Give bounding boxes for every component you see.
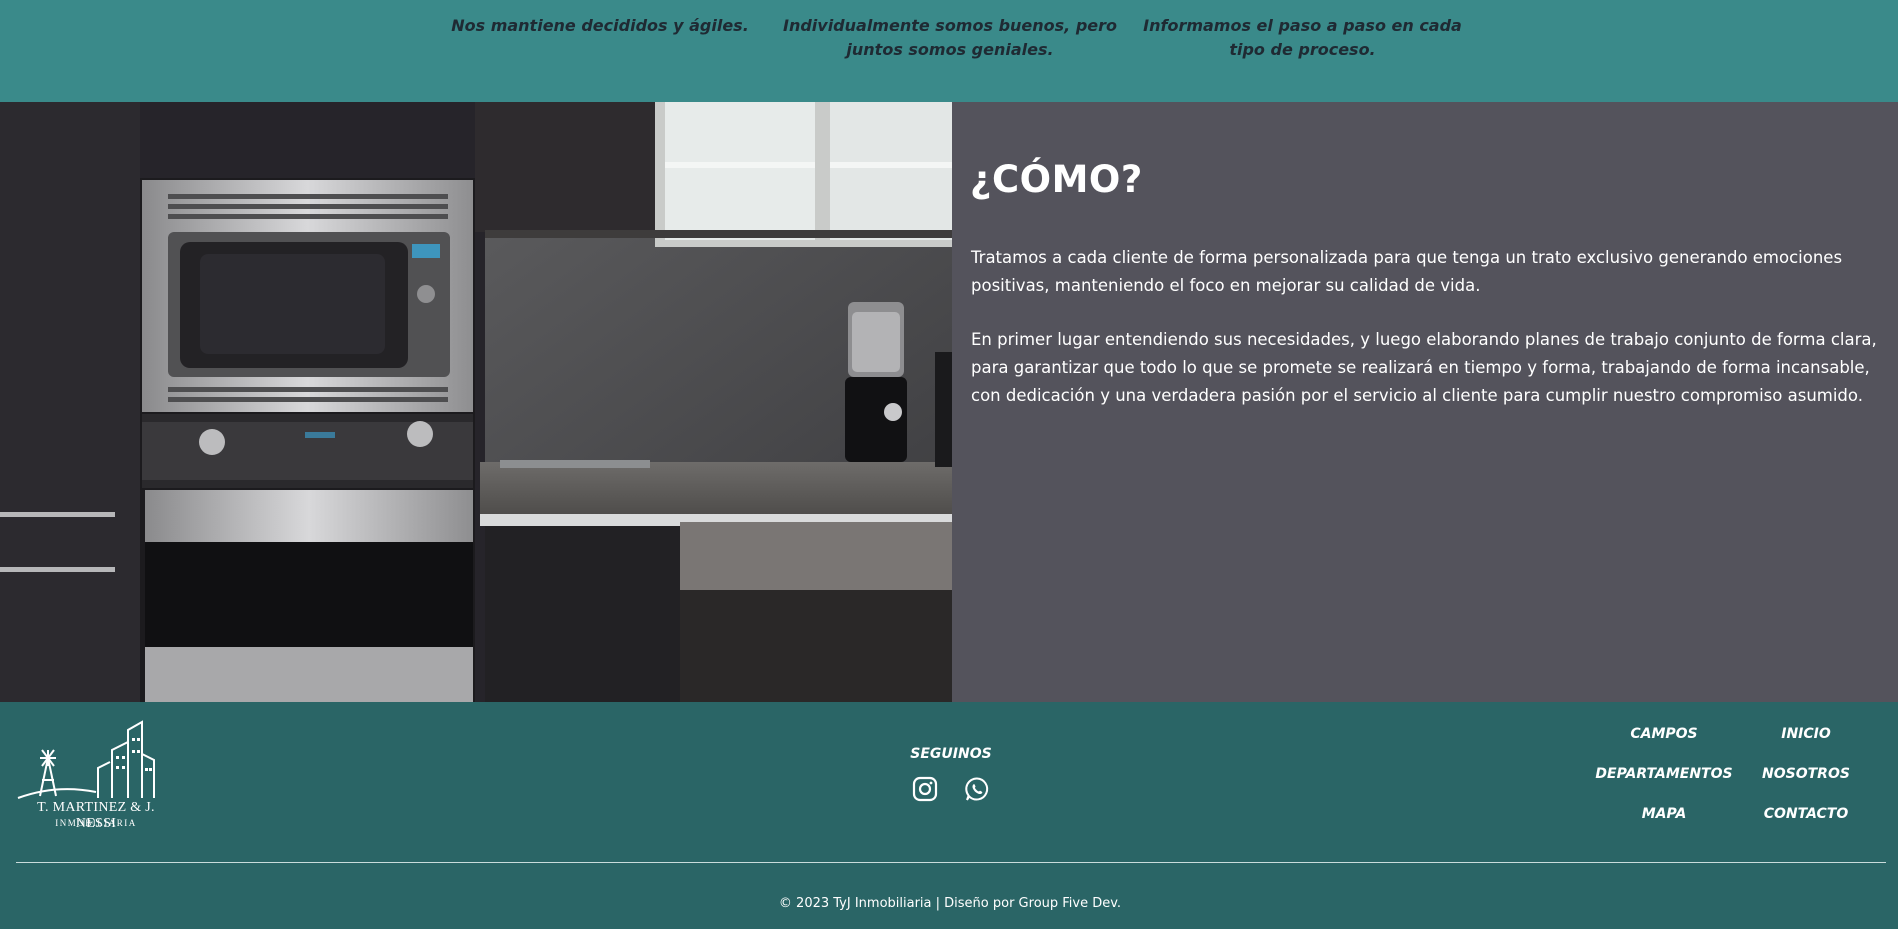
paragraph-2: En primer lugar entendiendo sus necesida… [971,330,1877,405]
logo-subtitle: INMOBILIARIA [55,818,137,828]
footer-nav-contacto[interactable]: CONTACTO [1746,806,1866,822]
social-icons [912,776,996,804]
whatsapp-icon[interactable] [964,776,990,802]
tagline-1: Nos mantiene decididos y ágiles. [451,16,749,35]
paragraph-1: Tratamos a cada cliente de forma persona… [971,248,1843,295]
footer-nav-nosotros[interactable]: NOSOTROS [1746,766,1866,782]
kitchen-photo [0,102,952,702]
footer-divider [16,862,1886,863]
tagline-3: Informamos el paso a paso en cada tipo d… [1143,16,1462,59]
social-block: SEGUINOS [880,746,1022,802]
como-section: ¿CÓMO? Tratamos a cada cliente de forma … [0,102,1898,702]
copyright-text: © 2023 TyJ Inmobiliaria | Diseño por Gro… [778,896,1122,911]
tagline-2: Individualmente somos buenos, pero junto… [782,16,1117,59]
footer-nav-mapa[interactable]: MAPA [1604,806,1724,822]
footer-nav-departamentos[interactable]: DEPARTAMENTOS [1584,766,1744,782]
como-content: ¿CÓMO? Tratamos a cada cliente de forma … [952,102,1898,702]
footer: T. MARTINEZ & J. NESSI INMOBILIARIA SEGU… [0,702,1898,929]
company-logo[interactable]: T. MARTINEZ & J. NESSI INMOBILIARIA [16,720,176,832]
section-title: ¿CÓMO? [970,158,1143,201]
footer-nav-campos[interactable]: CAMPOS [1604,726,1724,742]
social-label: SEGUINOS [910,746,992,762]
instagram-icon[interactable] [912,776,938,802]
footer-nav-inicio[interactable]: INICIO [1746,726,1866,742]
top-tagline-band: Nos mantiene decididos y ágiles. Individ… [0,0,1898,102]
buildings-windmill-logo-icon [17,720,155,799]
